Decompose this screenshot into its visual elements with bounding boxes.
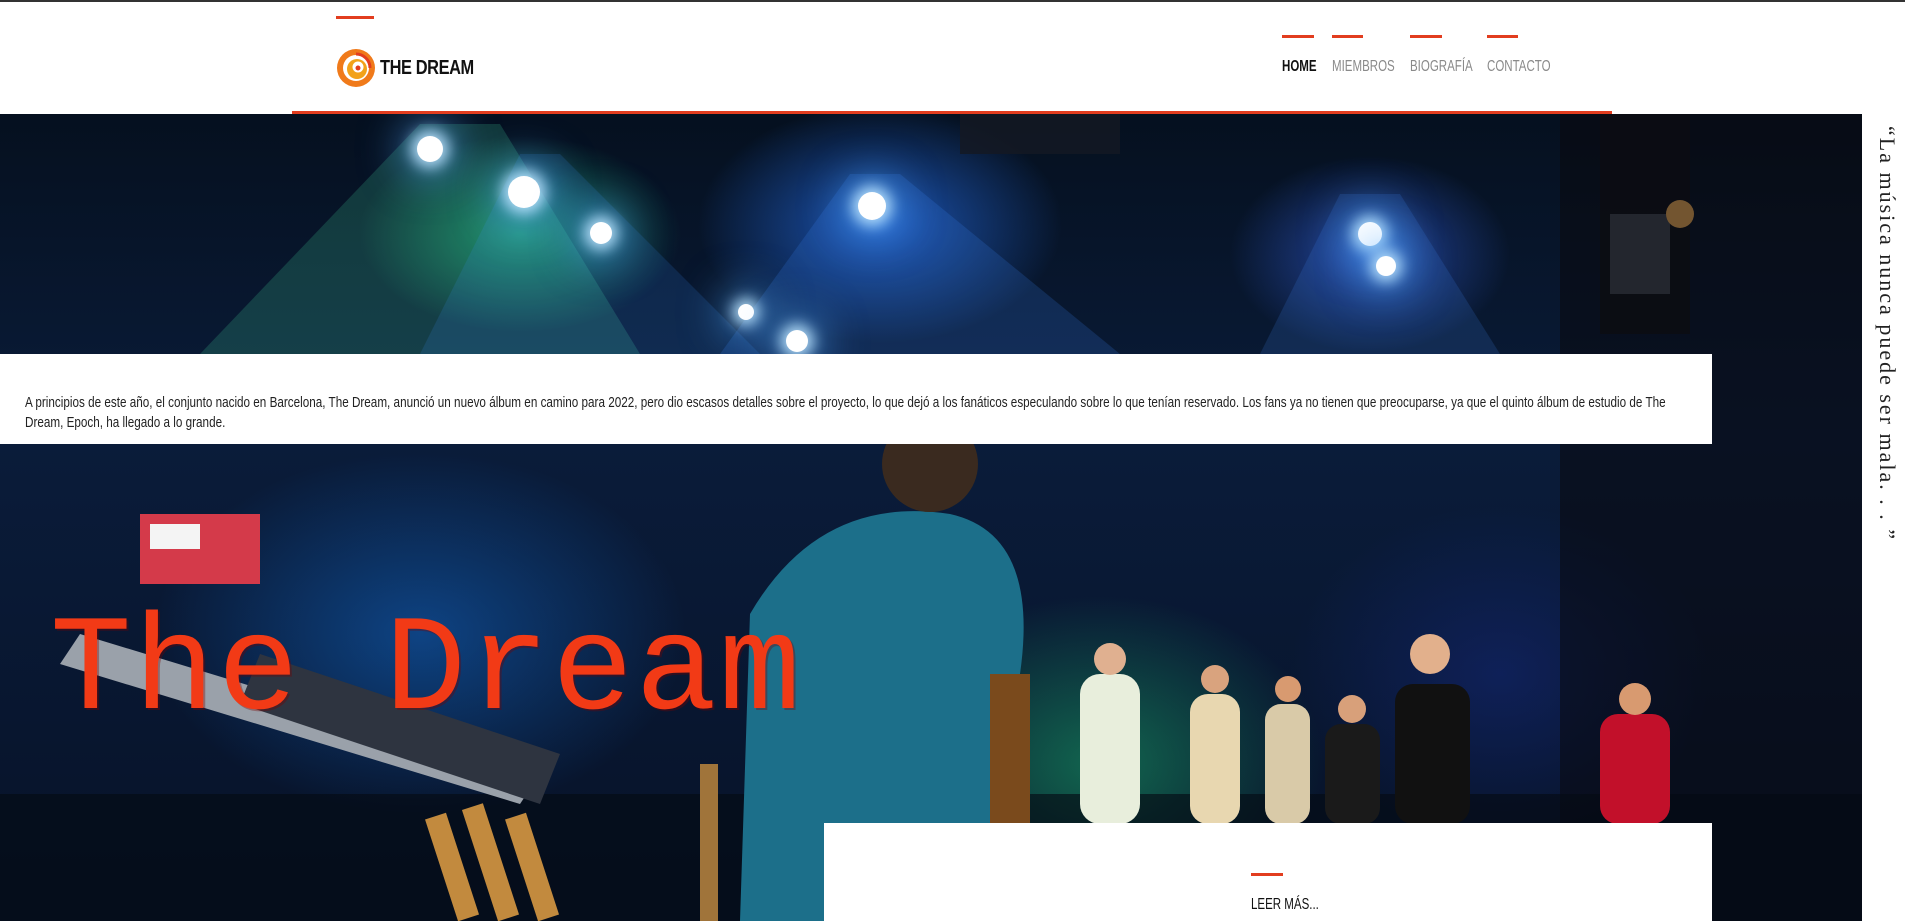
stage-light <box>1358 222 1382 246</box>
nav-accent-bar <box>1487 35 1518 38</box>
nav-label-home: HOME <box>1282 58 1317 75</box>
concert-stage-photo <box>0 114 1862 921</box>
side-quote: “La música nunca puede ser mala. . . ” <box>1875 126 1900 542</box>
stage-light <box>786 330 808 352</box>
nav-active-bar <box>1282 35 1314 38</box>
nav-accent-bar <box>1332 35 1363 38</box>
stage-light <box>858 192 886 220</box>
read-more-link[interactable]: LEER MÁS... <box>1251 896 1319 914</box>
side-quote-panel: “La música nunca puede ser mala. . . ” <box>1862 114 1905 921</box>
intro-panel: A principios de este año, el conjunto na… <box>0 354 1712 444</box>
stage-light <box>738 304 754 320</box>
stage-light <box>417 136 443 162</box>
nav-accent-bar <box>1410 35 1442 38</box>
nav-label-contacto: CONTACTO <box>1487 58 1551 75</box>
main-nav: HOME MIEMBROS BIOGRAFÍA CONTACTO <box>0 2 1905 114</box>
site-header: THE DREAM HOME MIEMBROS BIOGRAFÍA CONTAC… <box>0 2 1905 115</box>
readmore-accent-bar <box>1251 873 1283 876</box>
hero-title: The Dream <box>50 595 803 749</box>
stage-light <box>1376 256 1396 276</box>
readmore-panel: LEER MÁS... <box>824 823 1712 921</box>
nav-label-biografia: BIOGRAFÍA <box>1410 58 1473 75</box>
hero-section: The Dream <box>0 114 1862 921</box>
stage-light <box>590 222 612 244</box>
intro-paragraph: A principios de este año, el conjunto na… <box>25 394 1666 431</box>
nav-label-miembros: MIEMBROS <box>1332 58 1395 75</box>
stage-light <box>508 176 540 208</box>
